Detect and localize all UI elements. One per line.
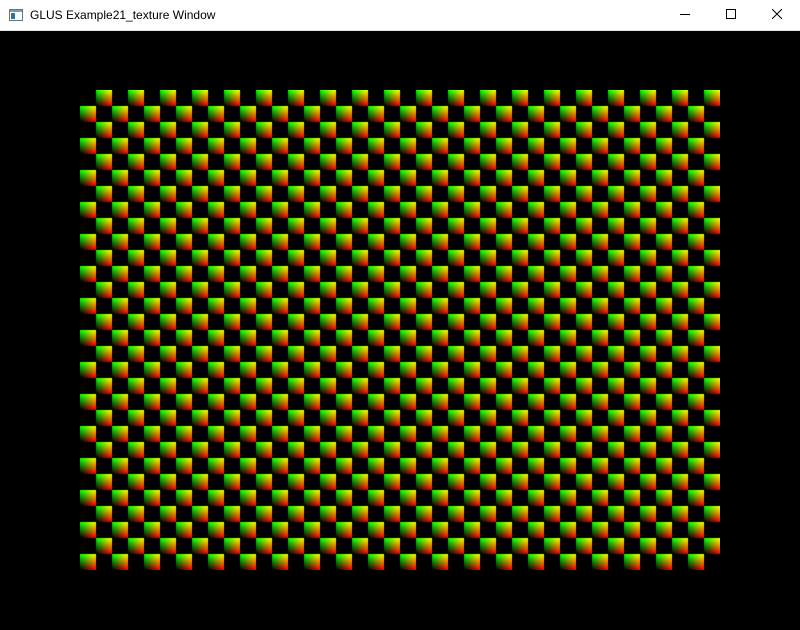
- minimize-icon: [680, 6, 690, 24]
- close-button[interactable]: [754, 0, 800, 31]
- window-title: GLUS Example21_texture Window: [30, 8, 216, 22]
- render-viewport[interactable]: [0, 31, 800, 630]
- maximize-icon: [726, 6, 736, 24]
- maximize-button[interactable]: [708, 0, 754, 31]
- application-window: GLUS Example21_texture Window: [0, 0, 800, 630]
- close-icon: [771, 6, 783, 24]
- textured-checkerboard-quad: [80, 90, 720, 570]
- title-bar[interactable]: GLUS Example21_texture Window: [0, 0, 800, 31]
- minimize-button[interactable]: [662, 0, 708, 31]
- caption-buttons: [662, 0, 800, 31]
- app-window-icon[interactable]: [8, 7, 24, 23]
